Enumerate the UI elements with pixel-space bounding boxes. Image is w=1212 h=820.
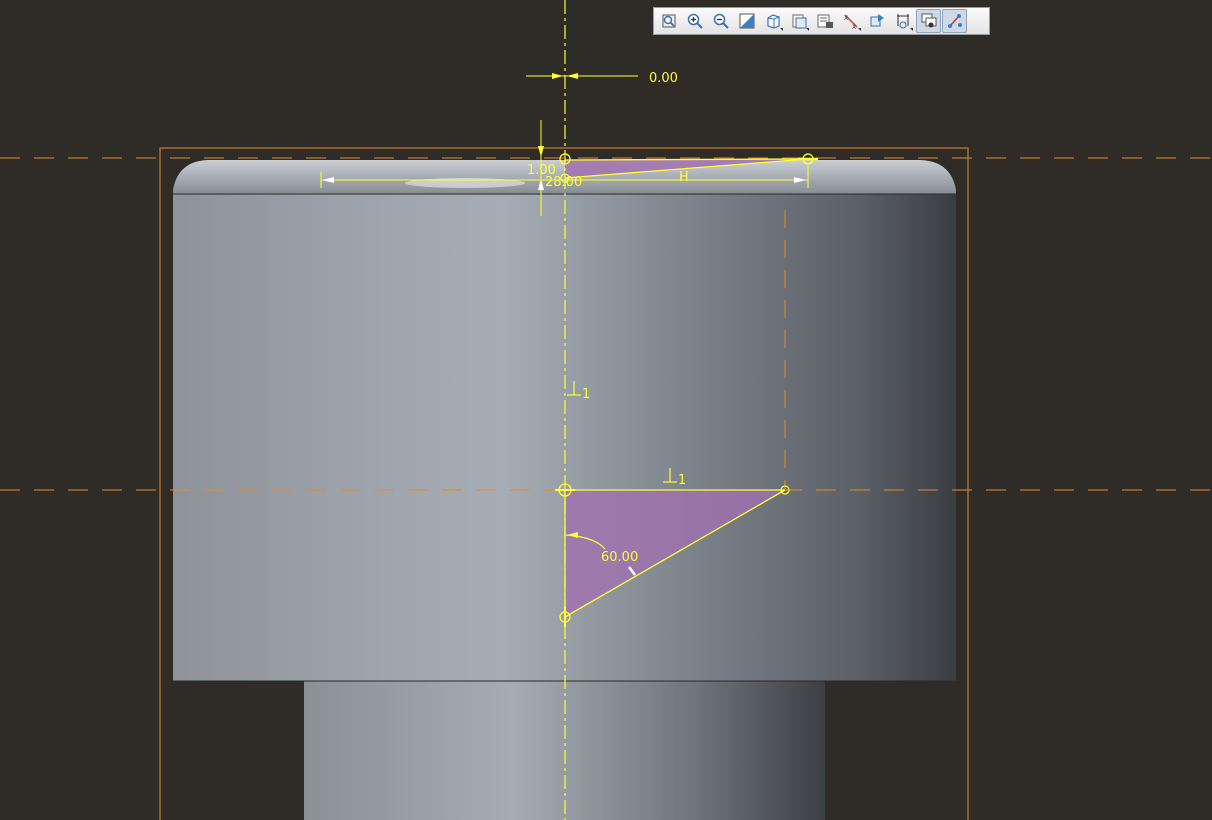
dimension-variable-h[interactable]: H — [679, 170, 689, 185]
annotation-display-icon — [868, 12, 886, 30]
flyout-arrow-icon — [806, 28, 809, 31]
sketch-constraints-icon — [946, 12, 964, 30]
refit-button[interactable] — [656, 9, 681, 33]
sketch-view-button[interactable] — [916, 9, 941, 33]
perpendicular-constraint-horizontal-label: 1 — [678, 473, 686, 488]
sketcher-display-button[interactable] — [890, 9, 915, 33]
dimension-diameter-value[interactable]: 28.00 — [545, 175, 582, 190]
display-style-button[interactable] — [760, 9, 785, 33]
view-manager-button[interactable] — [812, 9, 837, 33]
perpendicular-constraint-vertical-label: 1 — [582, 387, 590, 402]
zoom-in-button[interactable] — [682, 9, 707, 33]
datum-display-button[interactable]: XX — [838, 9, 863, 33]
repaint-button[interactable] — [734, 9, 759, 33]
repaint-icon — [738, 12, 756, 30]
dimension-offset[interactable] — [526, 73, 638, 79]
saved-orientations-button[interactable] — [786, 9, 811, 33]
zoom-in-icon — [686, 12, 704, 30]
dimension-offset-value[interactable]: 0.00 — [649, 71, 678, 86]
graphics-toolbar: XX — [653, 7, 990, 35]
flyout-arrow-icon — [858, 28, 861, 31]
dimension-angle-value[interactable]: 60.00 — [601, 550, 638, 565]
svg-text:X: X — [852, 24, 856, 30]
datum-display-icon: XX — [842, 12, 860, 30]
sketch-constraints-button[interactable] — [942, 9, 967, 33]
sketcher-display-icon — [894, 12, 912, 30]
graphics-viewport[interactable]: 0.00 1.00 28.00 H 1 1 60.00 — [0, 0, 1212, 820]
flyout-arrow-icon — [910, 28, 913, 31]
svg-text:X: X — [844, 15, 848, 22]
flyout-arrow-icon — [780, 28, 783, 31]
annotation-display-button[interactable] — [864, 9, 889, 33]
saved-orientations-icon — [790, 12, 808, 30]
view-manager-icon — [816, 12, 834, 30]
zoom-out-icon — [712, 12, 730, 30]
zoom-out-button[interactable] — [708, 9, 733, 33]
sketch-view-icon — [920, 12, 938, 30]
refit-icon — [660, 12, 678, 30]
display-style-icon — [764, 12, 782, 30]
